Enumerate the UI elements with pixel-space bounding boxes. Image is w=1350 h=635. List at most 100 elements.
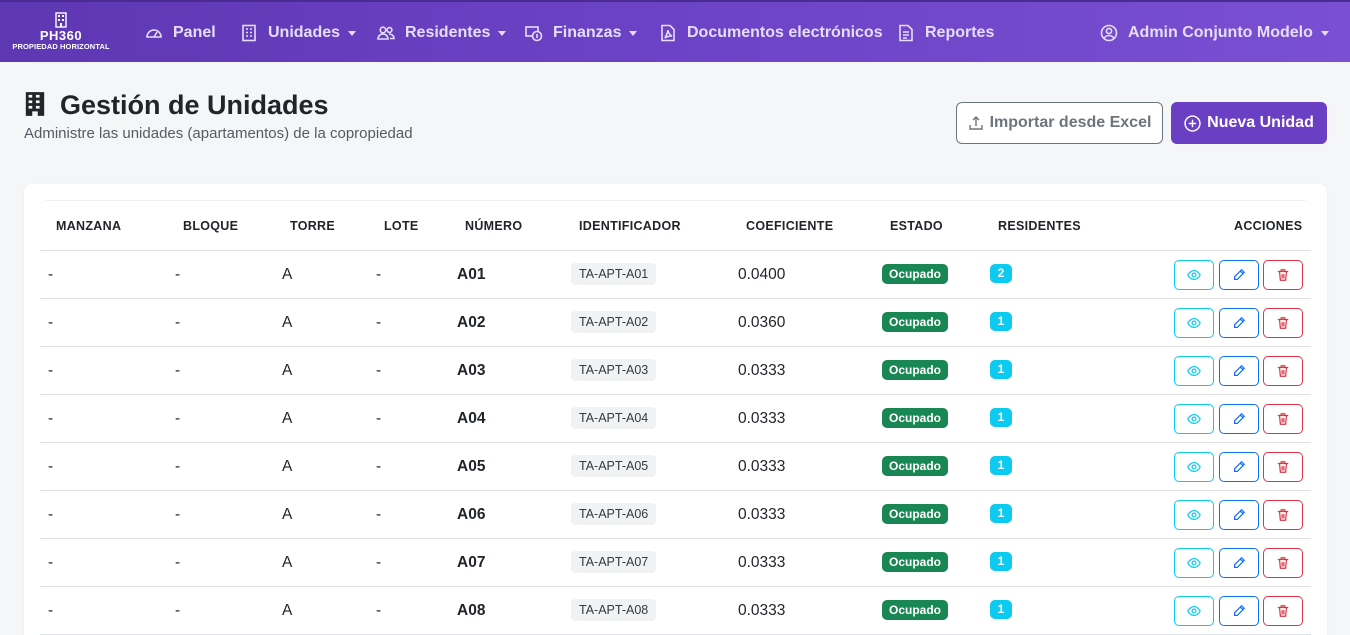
table-row: - - A - A05 TA-APT-A05 0.0333 Ocupado 1 (40, 443, 1311, 491)
plus-circle-icon (1184, 114, 1201, 132)
table-body: - - A - A01 TA-APT-A01 0.0400 Ocupado 2 … (40, 251, 1311, 635)
residents-count-badge: 1 (990, 408, 1012, 427)
new-unit-button[interactable]: Nueva Unidad (1171, 102, 1327, 144)
trash-icon (1277, 557, 1289, 569)
residents-count-badge: 2 (990, 264, 1012, 283)
eye-icon (1187, 558, 1201, 568)
nav-residentes[interactable]: Residentes (377, 2, 507, 64)
cell-torre: A (282, 458, 293, 475)
cell-coeficiente: 0.0333 (738, 506, 786, 523)
cell-coeficiente: 0.0333 (738, 410, 786, 427)
table-row: - - A - A06 TA-APT-A06 0.0333 Ocupado 1 (40, 491, 1311, 539)
cell-bloque: - (175, 506, 181, 523)
cell-manzana: - (48, 314, 54, 331)
view-button[interactable] (1174, 356, 1214, 386)
trash-icon (1277, 605, 1289, 617)
new-unit-label: Nueva Unidad (1207, 114, 1314, 131)
building-icon (24, 91, 48, 119)
building-icon (55, 12, 67, 28)
cell-coeficiente: 0.0400 (738, 266, 786, 283)
edit-button[interactable] (1219, 596, 1259, 626)
delete-button[interactable] (1263, 308, 1303, 338)
delete-button[interactable] (1263, 500, 1303, 530)
brand-name: PH360 (39, 28, 83, 43)
nav-unidades[interactable]: Unidades (240, 2, 357, 64)
nav-documentos[interactable]: Documentos electrónicos (659, 2, 883, 64)
delete-button[interactable] (1263, 260, 1303, 290)
cell-numero: A03 (457, 362, 486, 379)
nav-residentes-label: Residentes (405, 24, 491, 41)
pencil-icon (1234, 316, 1246, 328)
pencil-icon (1234, 364, 1246, 376)
view-button[interactable] (1174, 596, 1214, 626)
delete-button[interactable] (1263, 404, 1303, 434)
edit-button[interactable] (1219, 548, 1259, 578)
cell-identificador: TA-APT-A06 (571, 503, 657, 525)
trash-icon (1277, 413, 1289, 425)
cell-coeficiente: 0.0333 (738, 362, 786, 379)
residents-count-badge: 1 (990, 552, 1012, 571)
edit-button[interactable] (1219, 260, 1259, 290)
view-button[interactable] (1174, 548, 1214, 578)
cell-bloque: - (175, 266, 181, 283)
chevron-down-icon (1320, 30, 1329, 36)
cell-torre: A (282, 362, 293, 379)
units-table: MANZANA BLOQUE TORRE LOTE NÚMERO IDENTIF… (40, 200, 1311, 635)
cell-lote: - (376, 362, 382, 379)
upload-icon (968, 116, 983, 130)
trash-icon (1277, 365, 1289, 377)
eye-icon (1187, 270, 1201, 280)
chevron-down-icon (629, 30, 638, 36)
view-button[interactable] (1174, 500, 1214, 530)
cell-manzana: - (48, 362, 54, 379)
cell-manzana: - (48, 602, 54, 619)
edit-button[interactable] (1219, 356, 1259, 386)
cell-bloque: - (175, 458, 181, 475)
user-menu[interactable]: Admin Conjunto Modelo (1100, 2, 1329, 64)
nav-reportes[interactable]: Reportes (897, 2, 994, 64)
chevron-down-icon (348, 30, 357, 36)
view-button[interactable] (1174, 452, 1214, 482)
eye-icon (1187, 414, 1201, 424)
edit-button[interactable] (1219, 404, 1259, 434)
cell-manzana: - (48, 506, 54, 523)
nav-finanzas[interactable]: Finanzas (525, 2, 638, 64)
import-excel-button[interactable]: Importar desde Excel (956, 102, 1163, 144)
residents-count-badge: 1 (990, 360, 1012, 379)
cell-torre: A (282, 602, 293, 619)
residents-count-badge: 1 (990, 312, 1012, 331)
delete-button[interactable] (1263, 548, 1303, 578)
pencil-icon (1234, 460, 1246, 472)
edit-button[interactable] (1219, 452, 1259, 482)
cell-manzana: - (48, 266, 54, 283)
cell-lote: - (376, 314, 382, 331)
nav-reportes-label: Reportes (925, 24, 995, 41)
eye-icon (1187, 318, 1201, 328)
residents-count-badge: 1 (990, 600, 1012, 619)
table-row: - - A - A03 TA-APT-A03 0.0333 Ocupado 1 (40, 347, 1311, 395)
cell-identificador: TA-APT-A01 (571, 263, 657, 285)
col-estado: ESTADO (890, 219, 943, 233)
view-button[interactable] (1174, 308, 1214, 338)
trash-icon (1277, 509, 1289, 521)
delete-button[interactable] (1263, 356, 1303, 386)
trash-icon (1277, 317, 1289, 329)
view-button[interactable] (1174, 260, 1214, 290)
nav-panel[interactable]: Panel (145, 2, 216, 64)
nav-documentos-label: Documentos electrónicos (687, 24, 883, 41)
edit-button[interactable] (1219, 308, 1259, 338)
col-manzana: MANZANA (56, 219, 122, 233)
nav-finanzas-label: Finanzas (553, 24, 622, 41)
edit-button[interactable] (1219, 500, 1259, 530)
table-header: MANZANA BLOQUE TORRE LOTE NÚMERO IDENTIF… (40, 200, 1311, 251)
delete-button[interactable] (1263, 452, 1303, 482)
cell-numero: A01 (457, 266, 486, 283)
residents-count-badge: 1 (990, 456, 1012, 475)
building-icon (240, 24, 258, 42)
delete-button[interactable] (1263, 596, 1303, 626)
view-button[interactable] (1174, 404, 1214, 434)
brand-logo[interactable]: PH360 PROPIEDAD HORIZONTAL (8, 12, 114, 54)
cell-numero: A07 (457, 554, 486, 571)
col-torre: TORRE (290, 219, 336, 233)
col-identificador: IDENTIFICADOR (579, 219, 681, 233)
